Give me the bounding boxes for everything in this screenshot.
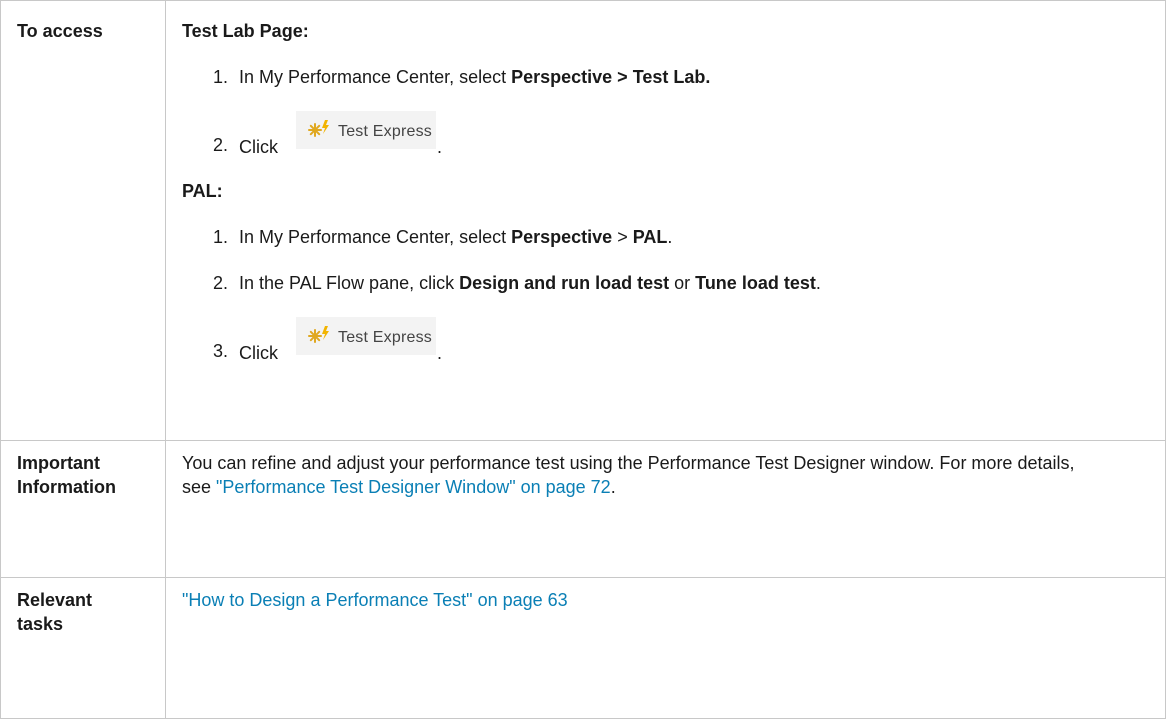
test-express-icon bbox=[308, 120, 329, 137]
row-relevant-tasks: Relevant tasks "How to Design a Performa… bbox=[0, 577, 1166, 719]
info-table: To access Test Lab Page: 1. In My Perfor… bbox=[0, 0, 1166, 719]
list-item: 2. Click Test Express . bbox=[182, 111, 1149, 157]
row-important-information: Important Information You can refine and… bbox=[0, 440, 1166, 578]
test-lab-steps: 1. In My Performance Center, select Pers… bbox=[182, 65, 1149, 157]
list-item: 1. In My Performance Center, select Pers… bbox=[213, 67, 711, 87]
how-to-design-performance-test-link[interactable]: "How to Design a Performance Test" on pa… bbox=[182, 590, 568, 610]
list-item: 2. In the PAL Flow pane, click Design an… bbox=[213, 273, 821, 293]
row-body-relevant-tasks: "How to Design a Performance Test" on pa… bbox=[165, 577, 1166, 719]
list-item: 3. Click Test Express . bbox=[182, 317, 1149, 363]
test-express-button-image: Test Express bbox=[296, 111, 436, 149]
test-express-icon bbox=[308, 326, 329, 343]
section-title-test-lab: Test Lab Page: bbox=[182, 21, 309, 41]
section-title-pal: PAL: bbox=[182, 181, 223, 201]
row-heading-to-access: To access bbox=[0, 0, 166, 441]
row-to-access: To access Test Lab Page: 1. In My Perfor… bbox=[0, 0, 1166, 441]
performance-test-designer-window-link[interactable]: "Performance Test Designer Window" on pa… bbox=[216, 477, 611, 497]
row-body-important-information: You can refine and adjust your performan… bbox=[165, 440, 1166, 578]
row-heading-relevant-tasks: Relevant tasks bbox=[0, 577, 166, 719]
test-express-button-image: Test Express bbox=[296, 317, 436, 355]
row-heading-important-information: Important Information bbox=[0, 440, 166, 578]
pal-steps: 1. In My Performance Center, select Pers… bbox=[182, 225, 1149, 363]
list-item: 1. In My Performance Center, select Pers… bbox=[213, 227, 673, 247]
row-body-to-access: Test Lab Page: 1. In My Performance Cent… bbox=[165, 0, 1166, 441]
